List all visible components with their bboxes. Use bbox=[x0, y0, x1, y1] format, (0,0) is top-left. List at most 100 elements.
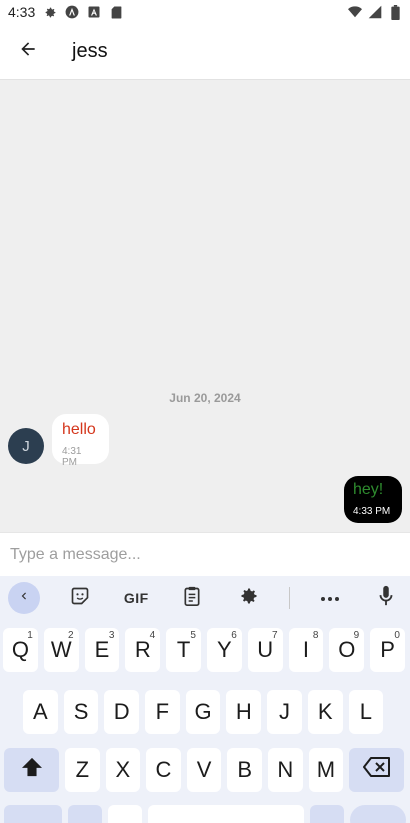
mic-icon bbox=[378, 585, 394, 612]
signal-icon bbox=[368, 5, 382, 19]
key-y[interactable]: Y6 bbox=[206, 628, 242, 672]
key-n[interactable]: N bbox=[267, 748, 303, 792]
message-composer bbox=[0, 532, 410, 576]
key-i[interactable]: I8 bbox=[288, 628, 324, 672]
emoji-switch-key[interactable] bbox=[68, 805, 102, 823]
key-hint: 7 bbox=[272, 630, 278, 641]
key-c[interactable]: C bbox=[146, 748, 181, 792]
back-arrow-icon bbox=[18, 39, 38, 64]
keyboard-settings-button[interactable] bbox=[233, 582, 265, 614]
keyboard-row-4 bbox=[0, 805, 410, 823]
chat-header: jess bbox=[0, 24, 410, 80]
key-a[interactable]: A bbox=[23, 690, 58, 734]
key-s[interactable]: S bbox=[63, 690, 99, 734]
app-a-icon bbox=[87, 5, 101, 19]
sticker-button[interactable] bbox=[64, 582, 96, 614]
key-hint: 2 bbox=[68, 630, 74, 641]
key-label: U bbox=[257, 637, 274, 662]
space-key[interactable] bbox=[148, 805, 304, 823]
key-hint: 9 bbox=[353, 630, 360, 641]
key-u[interactable]: U7 bbox=[247, 628, 283, 672]
status-bar: 4:33 bbox=[0, 0, 410, 24]
incoming-message-bubble[interactable]: hello 4:31 PM bbox=[52, 414, 109, 468]
battery-icon bbox=[388, 4, 402, 20]
avatar[interactable]: J bbox=[8, 428, 44, 464]
chat-title: jess bbox=[72, 40, 108, 62]
keyboard-row-1: Q1 W2 E3 R4 T5 Y6 U7 I8 O9 P0 bbox=[0, 628, 410, 672]
key-h[interactable]: H bbox=[226, 690, 262, 734]
clipboard-button[interactable] bbox=[176, 582, 208, 614]
more-options-button[interactable] bbox=[314, 582, 346, 614]
key-hint: 3 bbox=[108, 630, 115, 641]
sticker-icon bbox=[70, 586, 90, 611]
more-icon bbox=[320, 589, 340, 607]
shift-icon bbox=[21, 757, 43, 783]
message-text: hey! bbox=[353, 481, 384, 498]
message-time: 4:31 PM bbox=[62, 446, 82, 468]
back-button[interactable] bbox=[0, 24, 56, 80]
gear-icon bbox=[43, 5, 57, 19]
key-z[interactable]: Z bbox=[65, 748, 100, 792]
outgoing-message-bubble[interactable]: hey! 4:33 PM bbox=[344, 476, 402, 523]
keyboard-toolbar: GIF bbox=[0, 576, 410, 620]
key-j[interactable]: J bbox=[267, 690, 302, 734]
sd-card-icon bbox=[109, 5, 123, 19]
key-v[interactable]: V bbox=[186, 748, 222, 792]
collapse-toolbar-button[interactable] bbox=[8, 582, 40, 614]
key-o[interactable]: O9 bbox=[329, 628, 365, 672]
send-key[interactable] bbox=[350, 805, 406, 823]
date-separator: Jun 20, 2024 bbox=[169, 391, 241, 405]
key-hint: 6 bbox=[231, 630, 237, 641]
key-label: T bbox=[176, 637, 191, 662]
on-screen-keyboard: GIF Q1 W2 E3 R4 T5 Y6 U 7 I 8 O 9 P 0 A … bbox=[0, 576, 410, 823]
key-hint: 1 bbox=[27, 630, 33, 641]
chevron-left-icon bbox=[17, 589, 31, 608]
key-m[interactable]: M bbox=[308, 748, 344, 792]
key-t[interactable]: T5 bbox=[166, 628, 201, 672]
key-q[interactable]: Q1 bbox=[3, 628, 38, 672]
voice-input-button[interactable] bbox=[370, 582, 402, 614]
period-key[interactable] bbox=[310, 805, 344, 823]
shift-key[interactable] bbox=[4, 748, 59, 792]
key-label: I bbox=[302, 637, 310, 662]
key-d[interactable]: D bbox=[104, 690, 140, 734]
key-label: Y bbox=[217, 637, 232, 662]
avatar-initial: J bbox=[22, 437, 30, 455]
key-w[interactable]: W2 bbox=[43, 628, 79, 672]
message-input[interactable] bbox=[10, 545, 400, 564]
toolbar-divider bbox=[288, 587, 290, 609]
key-hint: 0 bbox=[394, 630, 400, 641]
message-list[interactable]: Jun 20, 2024 J hello 4:31 PM hey! 4:33 P… bbox=[0, 80, 410, 532]
status-notification-icons bbox=[43, 5, 123, 19]
status-time: 4:33 bbox=[8, 4, 36, 20]
backspace-key[interactable] bbox=[349, 748, 405, 792]
key-x[interactable]: X bbox=[105, 748, 141, 792]
key-l[interactable]: L bbox=[348, 690, 384, 734]
android-studio-icon bbox=[65, 5, 79, 19]
key-k[interactable]: K bbox=[307, 690, 343, 734]
key-b[interactable]: B bbox=[227, 748, 262, 792]
key-e[interactable]: E3 bbox=[84, 628, 120, 672]
key-label: R bbox=[134, 637, 151, 662]
key-g[interactable]: G bbox=[185, 690, 221, 734]
keyboard-row-3: Z X C V B N M bbox=[0, 748, 410, 792]
key-hint: 5 bbox=[190, 630, 196, 641]
backspace-icon bbox=[362, 757, 391, 783]
key-p[interactable]: P0 bbox=[370, 628, 405, 672]
key-r[interactable]: R4 bbox=[125, 628, 161, 672]
gear-icon bbox=[239, 586, 259, 611]
emoji-key[interactable] bbox=[108, 805, 142, 823]
message-time: 4:33 PM bbox=[353, 506, 391, 517]
gif-button[interactable]: GIF bbox=[120, 582, 152, 614]
key-label: E bbox=[94, 637, 110, 662]
gif-icon: GIF bbox=[123, 590, 149, 606]
clipboard-icon bbox=[183, 586, 201, 611]
key-label: P bbox=[380, 637, 395, 662]
wifi-icon bbox=[348, 5, 362, 19]
symbols-key[interactable] bbox=[4, 805, 62, 823]
key-hint: 4 bbox=[149, 630, 156, 641]
status-system-icons bbox=[348, 4, 402, 20]
keyboard-row-2: A S D F G H J K L bbox=[0, 690, 410, 734]
key-f[interactable]: F bbox=[145, 690, 180, 734]
key-hint: 8 bbox=[312, 630, 319, 641]
